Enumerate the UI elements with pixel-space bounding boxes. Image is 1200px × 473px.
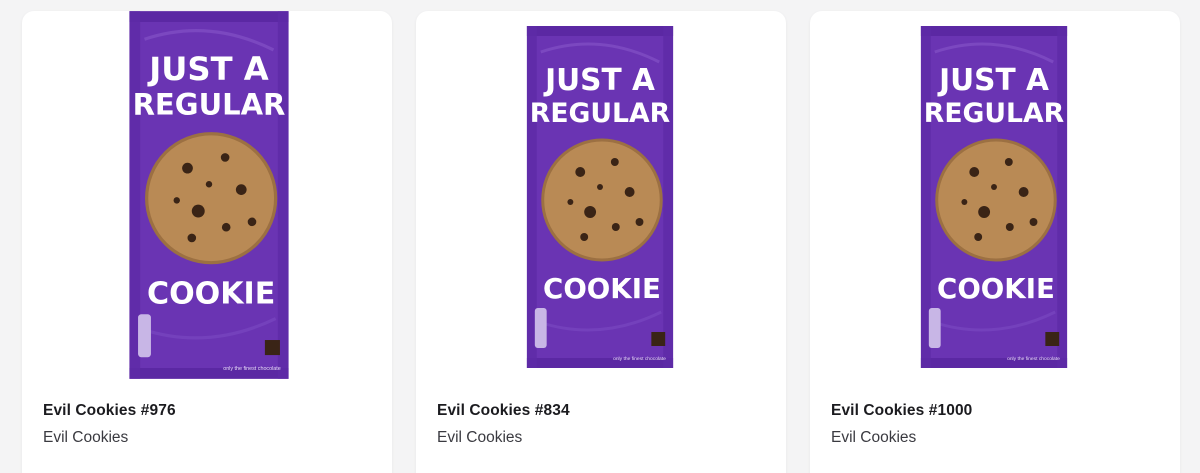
collection-name[interactable]: Evil Cookies (437, 429, 522, 447)
nft-title[interactable]: Evil Cookies #976 (43, 402, 176, 420)
pack-line3: COOKIE (937, 272, 1055, 305)
pack-line2: REGULAR (924, 98, 1065, 129)
pack-line2: REGULAR (530, 98, 671, 129)
collection-name[interactable]: Evil Cookies (831, 429, 916, 447)
nft-title[interactable]: Evil Cookies #834 (437, 402, 570, 420)
nft-card-grid: JUST A REGULAR COOKIE only the finest ch… (0, 0, 1200, 473)
cookie-pack-image: JUST A REGULAR COOKIE only the finest ch… (920, 26, 1068, 368)
pack-line2: REGULAR (133, 87, 286, 121)
nft-card[interactable]: JUST A REGULAR COOKIE only the finest ch… (416, 11, 786, 473)
nft-image[interactable]: JUST A REGULAR COOKIE only the finest ch… (810, 11, 1180, 383)
pack-line3: COOKIE (147, 277, 275, 312)
nft-card[interactable]: JUST A REGULAR COOKIE only the finest ch… (810, 11, 1180, 473)
pack-footer-note: only the finest chocolate (223, 366, 281, 372)
cookie-pack-image: JUST A REGULAR COOKIE only the finest ch… (526, 26, 674, 368)
pack-line1: JUST A (937, 63, 1049, 98)
nft-image[interactable]: JUST A REGULAR COOKIE only the finest ch… (22, 11, 392, 383)
pack-line1: JUST A (543, 63, 655, 98)
pack-footer-note: only the finest chocolate (613, 356, 666, 362)
cookie-pack-image: JUST A REGULAR COOKIE only the finest ch… (129, 11, 289, 379)
pack-line1: JUST A (147, 50, 269, 88)
collection-name[interactable]: Evil Cookies (43, 429, 128, 447)
pack-line3: COOKIE (543, 272, 661, 305)
nft-title[interactable]: Evil Cookies #1000 (831, 402, 972, 420)
pack-footer-note: only the finest chocolate (1007, 356, 1060, 362)
nft-card[interactable]: JUST A REGULAR COOKIE only the finest ch… (22, 11, 392, 473)
nft-image[interactable]: JUST A REGULAR COOKIE only the finest ch… (416, 11, 786, 383)
